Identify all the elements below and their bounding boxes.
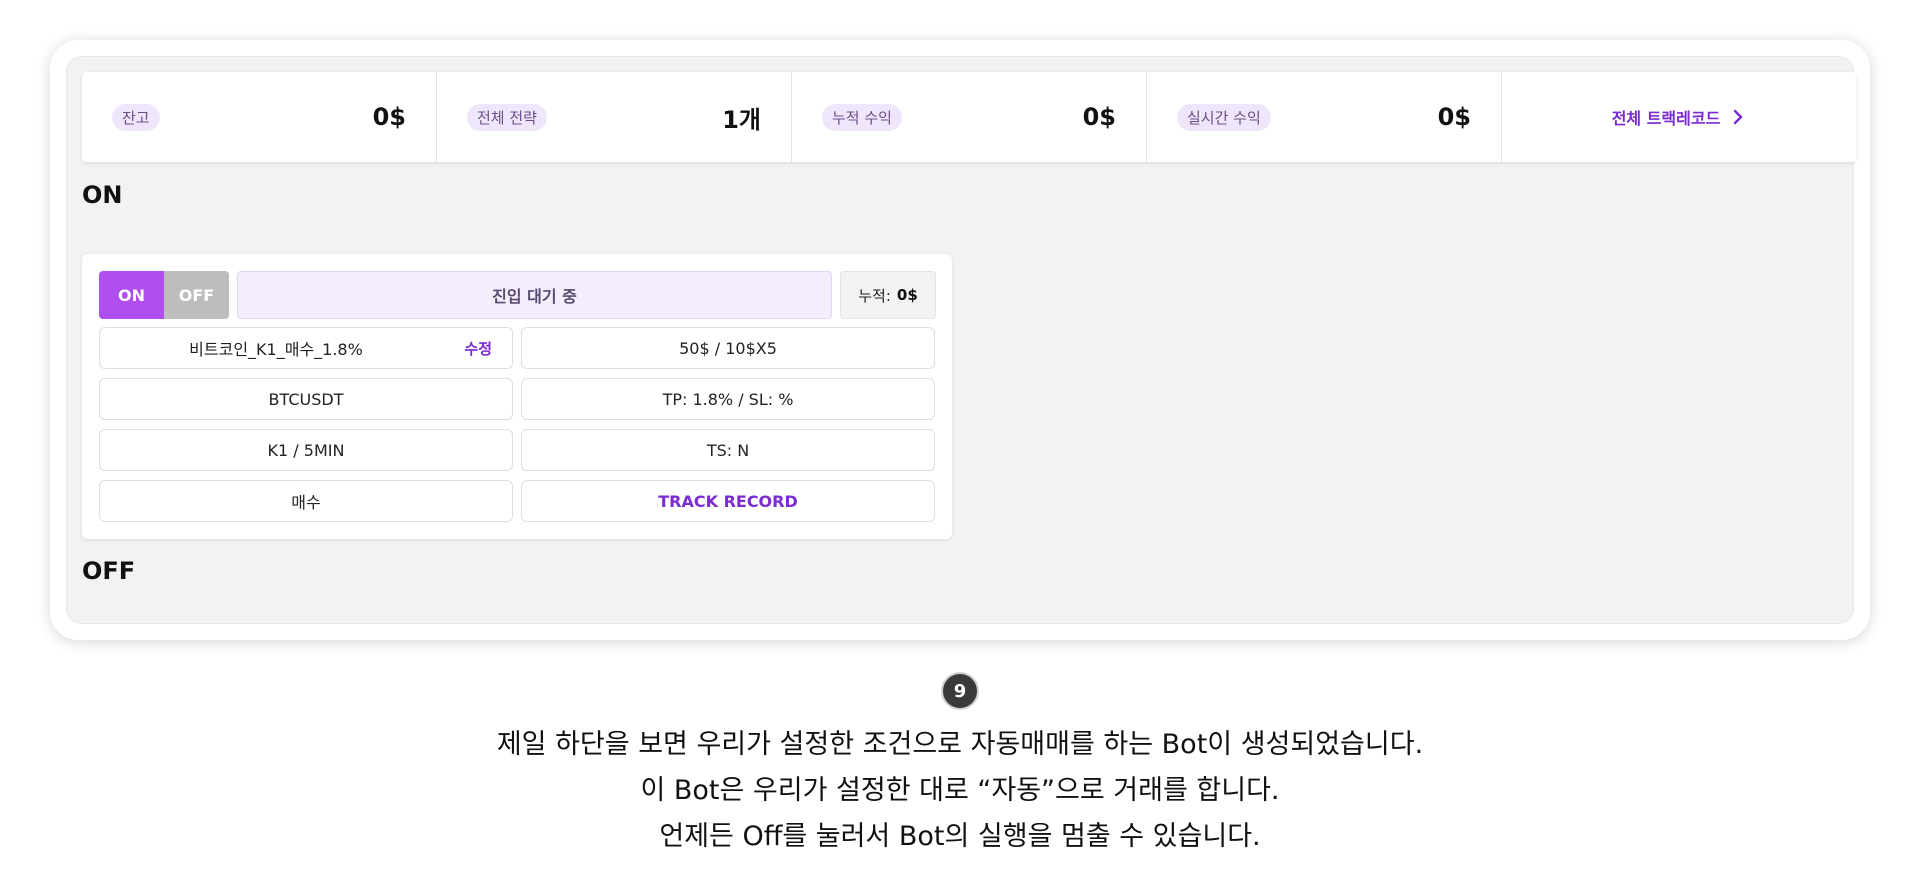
bot-amount: 50$ / 10$X5 — [521, 327, 935, 369]
summary-balance: 잔고 0$ — [82, 72, 437, 162]
strategies-label: 전체 전략 — [467, 103, 547, 131]
balance-value: 0$ — [372, 103, 406, 131]
track-record-button-label: TRACK RECORD — [658, 491, 798, 511]
strategies-value: 1개 — [722, 105, 761, 134]
caption-line-1: 제일 하단을 보면 우리가 설정한 조건으로 자동매매를 하는 Bot이 생성되… — [496, 729, 1424, 760]
accum-value: 0$ — [896, 286, 918, 304]
chevron-right-icon — [1734, 109, 1743, 125]
bot-side: 매수 — [99, 480, 513, 522]
summary-cumulative: 누적 수익 0$ — [792, 72, 1147, 162]
bot-symbol: BTCUSDT — [99, 378, 513, 420]
summary-strategies: 전체 전략 1개 — [437, 72, 792, 162]
track-record-link[interactable]: 전체 트랙레코드 — [1612, 105, 1747, 129]
track-record-link-label: 전체 트랙레코드 — [1611, 109, 1721, 128]
screenshot-frame: 잔고 0$ 전체 전략 1개 누적 수익 0$ 실시간 수익 0$ 전체 트랙레… — [50, 40, 1870, 640]
step-number-badge: 9 — [941, 672, 979, 710]
dashboard-panel: 잔고 0$ 전체 전략 1개 누적 수익 0$ 실시간 수익 0$ 전체 트랙레… — [66, 56, 1856, 624]
track-record-button[interactable]: TRACK RECORD — [521, 480, 935, 522]
section-off-heading: OFF — [82, 557, 136, 585]
summary-track-record: 전체 트랙레코드 — [1502, 72, 1856, 162]
bot-status: 진입 대기 중 — [237, 271, 832, 319]
bot-tp-sl: TP: 1.8% / SL: % — [521, 378, 935, 420]
bot-trailing-stop: TS: N — [521, 429, 935, 471]
bot-name: 비트코인_K1_매수_1.8% — [189, 340, 363, 359]
toggle-on-button[interactable]: ON — [99, 271, 164, 319]
bot-accumulated: 누적: 0$ — [840, 271, 936, 319]
accum-label: 누적: — [858, 286, 891, 305]
realtime-label: 실시간 수익 — [1177, 103, 1271, 131]
cumulative-label: 누적 수익 — [822, 103, 902, 131]
bot-card: ON OFF 진입 대기 중 누적: 0$ 비트코인_K1_매수_1.8% 수정… — [82, 254, 952, 539]
section-on-heading: ON — [82, 181, 123, 209]
balance-label: 잔고 — [112, 103, 160, 131]
summary-realtime: 실시간 수익 0$ — [1147, 72, 1502, 162]
bot-name-cell: 비트코인_K1_매수_1.8% 수정 — [99, 327, 513, 369]
caption-line-2: 이 Bot은 우리가 설정한 대로 “자동”으로 거래를 합니다. — [640, 775, 1280, 806]
realtime-value: 0$ — [1437, 103, 1471, 131]
caption-line-3: 언제든 Off를 눌러서 Bot의 실행을 멈출 수 있습니다. — [659, 821, 1261, 852]
toggle-off-button[interactable]: OFF — [164, 271, 229, 319]
cumulative-value: 0$ — [1082, 103, 1116, 131]
edit-button[interactable]: 수정 — [464, 338, 492, 359]
caption-text: 제일 하단을 보면 우리가 설정한 조건으로 자동매매를 하는 Bot이 생성되… — [0, 722, 1920, 860]
on-off-toggle[interactable]: ON OFF — [99, 271, 229, 319]
bot-timeframe: K1 / 5MIN — [99, 429, 513, 471]
summary-bar: 잔고 0$ 전체 전략 1개 누적 수익 0$ 실시간 수익 0$ 전체 트랙레… — [82, 72, 1856, 162]
